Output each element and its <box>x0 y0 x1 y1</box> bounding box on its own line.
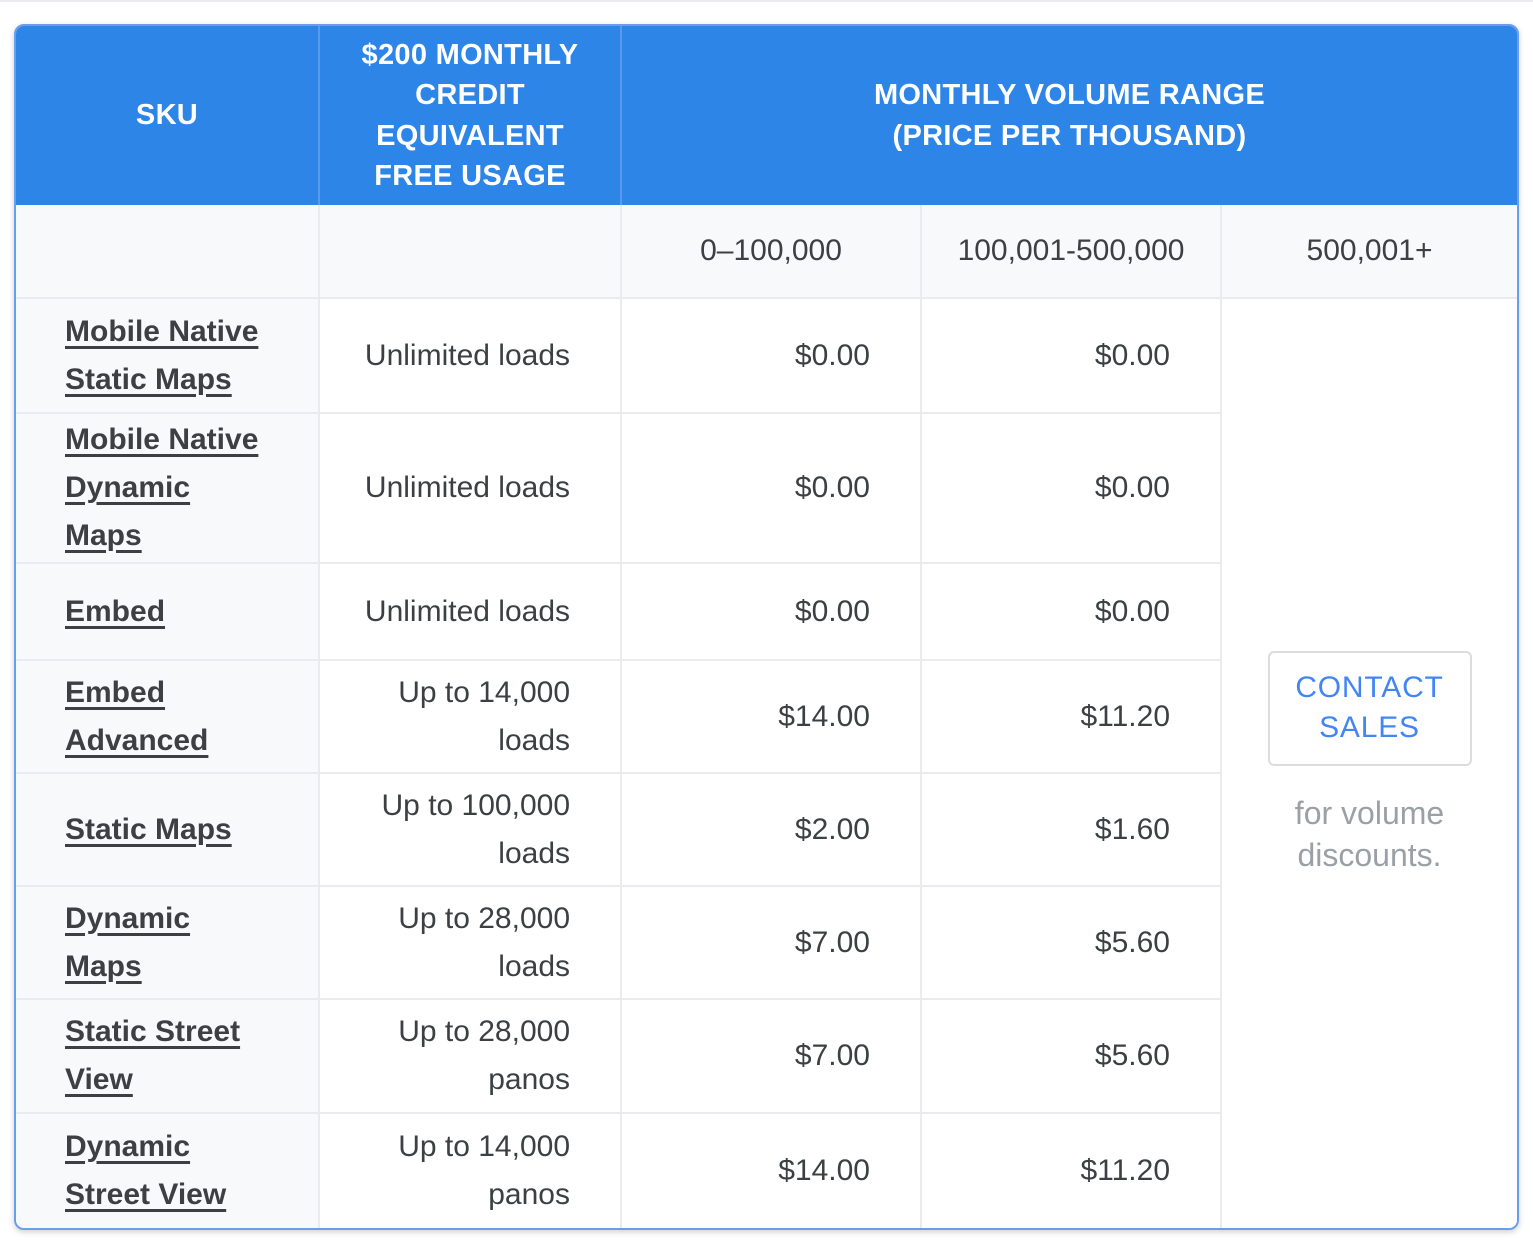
table-row-sku-cell: Static Street View <box>16 998 318 1112</box>
volume-discounts-caption: for volume discounts. <box>1250 792 1490 876</box>
table-row-sku-cell: Dynamic Maps <box>16 885 318 998</box>
sku-link-static-maps[interactable]: Static Maps <box>65 806 232 854</box>
free-usage-cell: Unlimited loads <box>318 297 620 412</box>
tier-header-spacer-sku <box>16 205 318 297</box>
column-header-sku: SKU <box>16 26 318 205</box>
free-usage-cell: Up to 28,000 panos <box>318 998 620 1112</box>
column-header-monthly-volume-range: MONTHLY VOLUME RANGE (PRICE PER THOUSAND… <box>620 26 1517 205</box>
tier-header-spacer-free-usage <box>318 205 620 297</box>
price-tier1-cell: $14.00 <box>620 659 920 772</box>
sku-link-embed[interactable]: Embed <box>65 588 165 636</box>
sku-link-mobile-native-static-maps[interactable]: Mobile Native Static Maps <box>65 308 258 404</box>
table-row-sku-cell: Dynamic Street View <box>16 1112 318 1228</box>
price-tier2-cell: $5.60 <box>920 885 1220 998</box>
price-tier2-cell: $5.60 <box>920 998 1220 1112</box>
price-tier1-cell: $0.00 <box>620 297 920 412</box>
price-tier1-cell: $2.00 <box>620 772 920 885</box>
free-usage-cell: Unlimited loads <box>318 562 620 659</box>
price-tier2-cell: $11.20 <box>920 659 1220 772</box>
table-row-sku-cell: Mobile Native Dynamic Maps <box>16 412 318 562</box>
table-row-sku-cell: Static Maps <box>16 772 318 885</box>
price-tier1-cell: $7.00 <box>620 885 920 998</box>
price-tier1-cell: $0.00 <box>620 562 920 659</box>
free-usage-cell: Up to 14,000 panos <box>318 1112 620 1228</box>
sku-link-dynamic-maps[interactable]: Dynamic Maps <box>65 895 190 991</box>
price-tier2-cell: $0.00 <box>920 562 1220 659</box>
price-tier2-cell: $0.00 <box>920 412 1220 562</box>
tier-header-0-100000: 0–100,000 <box>620 205 920 297</box>
page-top-divider <box>0 0 1533 2</box>
free-usage-cell: Up to 28,000 loads <box>318 885 620 998</box>
price-tier2-cell: $0.00 <box>920 297 1220 412</box>
price-tier1-cell: $7.00 <box>620 998 920 1112</box>
free-usage-cell: Up to 100,000 loads <box>318 772 620 885</box>
free-usage-cell: Up to 14,000 loads <box>318 659 620 772</box>
table-row-sku-cell: Embed <box>16 562 318 659</box>
sku-link-mobile-native-dynamic-maps[interactable]: Mobile Native Dynamic Maps <box>65 416 258 560</box>
tier-header-500001-plus: 500,001+ <box>1220 205 1517 297</box>
sku-link-static-street-view[interactable]: Static Street View <box>65 1008 240 1104</box>
price-tier1-cell: $0.00 <box>620 412 920 562</box>
pricing-table: SKU $200 MONTHLY CREDIT EQUIVALENT FREE … <box>14 24 1519 1230</box>
contact-sales-button[interactable]: CONTACT SALES <box>1268 651 1472 766</box>
price-tier2-cell: $1.60 <box>920 772 1220 885</box>
volume-discount-cell: CONTACT SALES for volume discounts. <box>1220 297 1517 1228</box>
table-row-sku-cell: Embed Advanced <box>16 659 318 772</box>
free-usage-cell: Unlimited loads <box>318 412 620 562</box>
price-tier1-cell: $14.00 <box>620 1112 920 1228</box>
sku-link-embed-advanced[interactable]: Embed Advanced <box>65 669 208 765</box>
table-row-sku-cell: Mobile Native Static Maps <box>16 297 318 412</box>
price-tier2-cell: $11.20 <box>920 1112 1220 1228</box>
tier-header-100001-500000: 100,001-500,000 <box>920 205 1220 297</box>
column-header-free-usage: $200 MONTHLY CREDIT EQUIVALENT FREE USAG… <box>318 26 620 205</box>
sku-link-dynamic-street-view[interactable]: Dynamic Street View <box>65 1123 226 1219</box>
